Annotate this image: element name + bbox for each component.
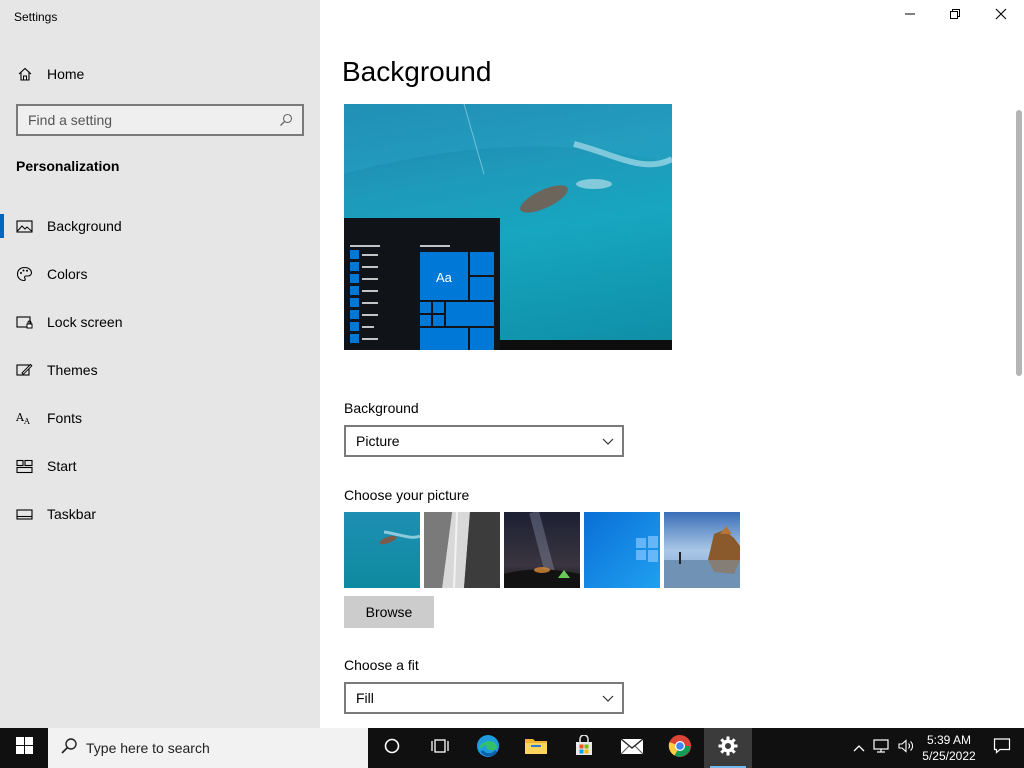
- picture-thumbnails: [344, 512, 740, 588]
- taskbar-search-text: Type here to search: [86, 740, 210, 756]
- cortana-button[interactable]: [368, 728, 416, 768]
- gear-icon: [717, 735, 739, 762]
- background-type-dropdown[interactable]: Picture: [344, 425, 624, 457]
- picture-thumbnail[interactable]: [664, 512, 740, 588]
- speaker-icon: [897, 738, 915, 759]
- sidebar-item-label: Taskbar: [47, 506, 97, 522]
- minimize-button[interactable]: [887, 0, 933, 32]
- store-icon: [573, 733, 595, 762]
- mail-button[interactable]: [608, 728, 656, 768]
- restore-icon: [949, 7, 961, 25]
- search-icon: [60, 737, 78, 760]
- notification-icon: [993, 737, 1011, 760]
- app-title: Settings: [14, 10, 58, 24]
- sidebar-item-label: Lock screen: [47, 314, 123, 330]
- sidebar-item-label: Colors: [47, 266, 88, 282]
- preview-tile-text: Aa: [436, 270, 452, 285]
- search-icon[interactable]: [277, 112, 294, 129]
- sidebar-item-label: Start: [47, 458, 77, 474]
- sidebar-nav: Background Colors Lock screen Themes A A…: [0, 202, 320, 538]
- edge-button[interactable]: [464, 728, 512, 768]
- choose-picture-label: Choose your picture: [344, 487, 470, 503]
- restore-button[interactable]: [932, 0, 978, 32]
- taskbar: Type here to search 5:39 AM 5/25/2022: [0, 728, 1024, 768]
- system-tray: 5:39 AM 5/25/2022: [848, 728, 1024, 768]
- sidebar-item-background[interactable]: Background: [0, 202, 320, 250]
- page-title: Background: [342, 56, 492, 87]
- picture-thumbnail[interactable]: [424, 512, 500, 588]
- sidebar-item-label: Fonts: [47, 410, 83, 426]
- minimize-icon: [904, 7, 916, 25]
- lock-screen-icon: [16, 314, 33, 331]
- picture-thumbnail[interactable]: [584, 512, 660, 588]
- start-button[interactable]: [0, 728, 48, 768]
- settings-window: Settings Home Personalization Background: [0, 0, 1024, 768]
- folder-icon: [524, 736, 548, 761]
- edge-icon: [476, 734, 500, 763]
- sidebar-item-lock-screen[interactable]: Lock screen: [0, 298, 320, 346]
- clock[interactable]: 5:39 AM 5/25/2022: [918, 732, 980, 764]
- store-button[interactable]: [560, 728, 608, 768]
- action-center-button[interactable]: [980, 737, 1024, 760]
- network-button[interactable]: [870, 738, 894, 759]
- close-button[interactable]: [978, 0, 1024, 32]
- windows-logo-icon: [15, 737, 33, 759]
- clock-date: 5/25/2022: [922, 749, 976, 763]
- sidebar-item-label: Background: [47, 218, 122, 234]
- fit-dropdown[interactable]: Fill: [344, 682, 624, 714]
- find-setting-input[interactable]: [28, 112, 277, 128]
- volume-button[interactable]: [894, 738, 918, 759]
- picture-icon: [16, 218, 33, 235]
- sidebar: Settings Home Personalization Background: [0, 0, 320, 728]
- sidebar-item-fonts[interactable]: AA Fonts: [0, 394, 320, 442]
- palette-icon: [16, 266, 33, 283]
- chevron-up-icon: [853, 739, 865, 757]
- task-view-icon: [430, 737, 450, 760]
- chrome-button[interactable]: [656, 728, 704, 768]
- picture-thumbnail[interactable]: [504, 512, 580, 588]
- fit-value: Fill: [356, 690, 374, 706]
- network-icon: [873, 738, 891, 759]
- background-type-value: Picture: [356, 433, 400, 449]
- picture-thumbnail[interactable]: [344, 512, 420, 588]
- browse-button[interactable]: Browse: [344, 596, 434, 628]
- chrome-icon: [668, 734, 692, 763]
- chevron-down-icon: [602, 433, 614, 449]
- taskbar-search-box[interactable]: Type here to search: [48, 728, 368, 768]
- fit-label: Choose a fit: [344, 657, 419, 673]
- home-label: Home: [47, 66, 85, 82]
- themes-icon: [16, 362, 33, 379]
- task-view-button[interactable]: [416, 728, 464, 768]
- home-link[interactable]: Home: [0, 60, 320, 88]
- background-preview: Aa: [344, 104, 672, 350]
- find-setting-box[interactable]: [16, 104, 304, 136]
- sidebar-item-colors[interactable]: Colors: [0, 250, 320, 298]
- mail-icon: [620, 737, 644, 760]
- sidebar-item-taskbar[interactable]: Taskbar: [0, 490, 320, 538]
- start-icon: [16, 458, 33, 475]
- vertical-scrollbar[interactable]: [1016, 110, 1022, 376]
- fonts-icon: AA: [16, 410, 33, 427]
- taskbar-icon: [16, 506, 33, 523]
- svg-text:A: A: [23, 417, 30, 426]
- show-hidden-icons-button[interactable]: [848, 739, 870, 757]
- preview-start-menu: Aa: [344, 218, 500, 350]
- chevron-down-icon: [602, 690, 614, 706]
- section-title: Personalization: [16, 158, 120, 174]
- cortana-icon: [383, 737, 401, 760]
- home-icon: [16, 66, 33, 83]
- file-explorer-button[interactable]: [512, 728, 560, 768]
- settings-taskbar-button[interactable]: [704, 728, 752, 768]
- clock-time: 5:39 AM: [926, 733, 972, 747]
- background-label: Background: [344, 400, 419, 416]
- sidebar-item-start[interactable]: Start: [0, 442, 320, 490]
- close-icon: [995, 7, 1007, 25]
- sidebar-item-themes[interactable]: Themes: [0, 346, 320, 394]
- sidebar-item-label: Themes: [47, 362, 98, 378]
